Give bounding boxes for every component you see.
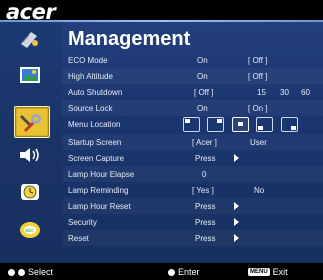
option-on[interactable]: On — [197, 104, 208, 113]
press-label[interactable]: Press — [195, 218, 215, 227]
option-acer[interactable]: [ Acer ] — [192, 138, 217, 147]
exit-label: Exit — [272, 267, 288, 277]
location-center-icon[interactable] — [232, 117, 249, 132]
option-user[interactable]: User — [250, 138, 267, 147]
enter-button-icon — [168, 268, 175, 276]
exit-hint: MENU Exit — [248, 267, 288, 277]
row-label: ECO Mode — [68, 56, 108, 65]
row-label: Lamp Hour Reset — [68, 202, 131, 211]
option-30[interactable]: 30 — [280, 88, 289, 97]
menu-key-icon: MENU — [248, 268, 270, 276]
option-no[interactable]: No — [254, 186, 264, 195]
row-screen-capture[interactable]: Screen Capture Press — [62, 150, 323, 166]
select-hint: Select — [8, 267, 53, 277]
row-label: Startup Screen — [68, 138, 122, 147]
row-label: Menu Location — [68, 120, 121, 129]
row-label: Reset — [68, 234, 89, 243]
option-off[interactable]: [ Off ] — [194, 88, 213, 97]
row-lamp-hour-reset[interactable]: Lamp Hour Reset Press — [62, 198, 323, 214]
select-label: Select — [28, 267, 54, 277]
row-eco-mode[interactable]: ECO Mode On [ Off ] — [62, 52, 323, 68]
down-button-icon — [18, 268, 25, 276]
press-label[interactable]: Press — [195, 234, 215, 243]
row-label: Lamp Reminding — [68, 186, 129, 195]
row-source-lock[interactable]: Source Lock On [ On ] — [62, 100, 323, 116]
management-icon[interactable] — [14, 106, 50, 138]
row-label: Lamp Hour Elapse — [68, 170, 135, 179]
language-icon[interactable]: abc — [13, 217, 47, 243]
row-startup-screen[interactable]: Startup Screen [ Acer ] User — [62, 134, 323, 150]
row-lamp-reminding[interactable]: Lamp Reminding [ Yes ] No — [62, 182, 323, 198]
option-yes[interactable]: [ Yes ] — [192, 186, 214, 195]
image-icon[interactable] — [13, 62, 47, 88]
chevron-right-icon — [234, 234, 239, 242]
row-auto-shutdown[interactable]: Auto Shutdown [ Off ] 15 30 60 — [62, 84, 323, 100]
location-top-left-icon[interactable] — [183, 117, 200, 132]
sidebar: abc — [0, 22, 62, 263]
page-title: Management — [68, 28, 191, 50]
location-top-right-icon[interactable] — [207, 117, 224, 132]
svg-text:abc: abc — [25, 228, 34, 234]
press-label[interactable]: Press — [195, 202, 215, 211]
enter-label: Enter — [178, 267, 200, 277]
row-lamp-hour-elapse: Lamp Hour Elapse 0 — [62, 166, 323, 182]
row-security[interactable]: Security Press — [62, 214, 323, 230]
row-reset[interactable]: Reset Press — [62, 230, 323, 246]
location-bottom-left-icon[interactable] — [256, 117, 273, 132]
management-panel: Management ECO Mode On [ Off ] High Alti… — [62, 22, 323, 263]
press-label[interactable]: Press — [195, 154, 215, 163]
chevron-right-icon — [234, 154, 239, 162]
row-label: Security — [68, 218, 97, 227]
acer-logo: acer — [6, 0, 76, 24]
chevron-right-icon — [234, 218, 239, 226]
up-button-icon — [8, 268, 15, 276]
option-off[interactable]: [ Off ] — [248, 56, 267, 65]
row-label: Auto Shutdown — [68, 88, 123, 97]
enter-hint: Enter — [168, 267, 200, 277]
row-label: Source Lock — [68, 104, 113, 113]
option-on[interactable]: On — [197, 56, 208, 65]
option-on[interactable]: On — [197, 72, 208, 81]
lamp-hours-value: 0 — [202, 170, 207, 179]
option-60[interactable]: 60 — [301, 88, 310, 97]
chevron-right-icon — [234, 202, 239, 210]
location-bottom-right-icon[interactable] — [281, 117, 298, 132]
row-label: High Altitude — [68, 72, 113, 81]
audio-icon[interactable] — [13, 142, 47, 168]
option-15[interactable]: 15 — [257, 88, 266, 97]
timer-icon[interactable] — [13, 179, 47, 205]
row-label: Screen Capture — [68, 154, 125, 163]
color-icon[interactable] — [13, 26, 47, 52]
row-menu-location[interactable]: Menu Location — [62, 116, 323, 134]
option-on-selected[interactable]: [ On ] — [248, 104, 268, 113]
option-off[interactable]: [ Off ] — [248, 72, 267, 81]
row-high-altitude[interactable]: High Altitude On [ Off ] — [62, 68, 323, 84]
footer-bar: Select Enter MENU Exit — [0, 263, 323, 280]
